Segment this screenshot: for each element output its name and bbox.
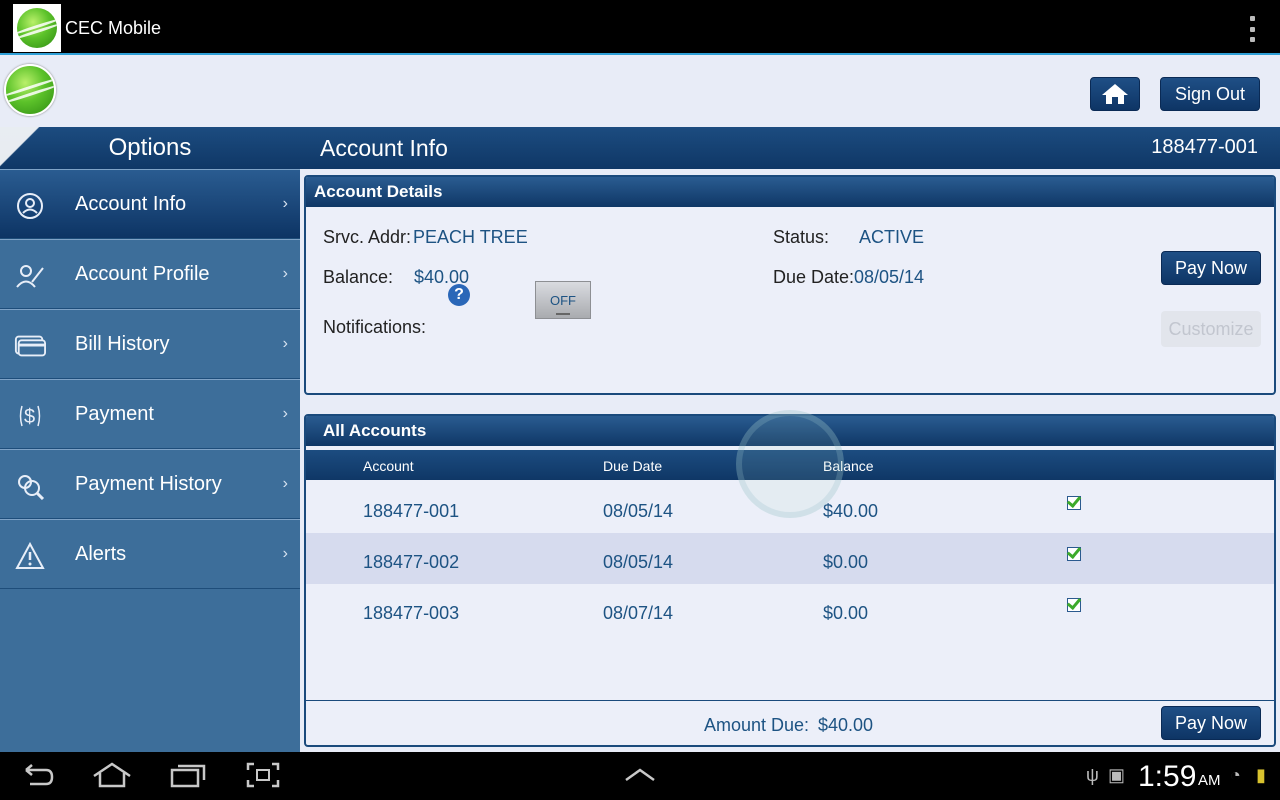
cec-logo-icon bbox=[4, 64, 56, 116]
chevron-right-icon: › bbox=[282, 405, 288, 422]
balance-cell: $40.00 bbox=[823, 501, 879, 521]
sidebar-item-label: Account Profile bbox=[75, 262, 210, 285]
balance-cell: $0.00 bbox=[823, 603, 869, 623]
sidebar-item-account-info[interactable]: Account Info › bbox=[0, 169, 300, 239]
account-cell: 188477-002 bbox=[363, 552, 460, 572]
app-logo-icon bbox=[13, 4, 61, 52]
checkbox-checked-icon[interactable] bbox=[1067, 598, 1081, 612]
customize-button[interactable]: Customize bbox=[1161, 311, 1261, 347]
account-cell: 188477-001 bbox=[363, 501, 460, 521]
column-header-account: Account bbox=[363, 458, 414, 474]
table-row[interactable]: 188477-003 08/07/14 $0.00 bbox=[306, 584, 1274, 635]
notifications-toggle[interactable]: OFF bbox=[535, 281, 591, 319]
table-row[interactable]: 188477-002 08/05/14 $0.00 bbox=[306, 533, 1274, 584]
account-icon bbox=[14, 190, 46, 222]
table-row[interactable]: 188477-001 08/05/14 $40.00 bbox=[306, 482, 1274, 533]
overflow-menu-icon[interactable] bbox=[1248, 16, 1256, 42]
column-header-balance: Balance bbox=[823, 458, 874, 474]
all-accounts-panel: All Accounts Account Due Date Balance 18… bbox=[304, 414, 1276, 747]
sidebar-item-payment[interactable]: $ Payment › bbox=[0, 379, 300, 449]
column-header-due-date: Due Date bbox=[603, 458, 663, 474]
current-account-number: 188477-001 bbox=[1151, 136, 1258, 158]
home-icon bbox=[1102, 84, 1128, 104]
sidebar-item-label: Account Info bbox=[75, 192, 187, 215]
due-date-cell: 08/07/14 bbox=[603, 603, 674, 623]
usb-icon: ψ bbox=[1086, 765, 1099, 785]
due-date-cell: 08/05/14 bbox=[603, 501, 674, 521]
notifications-label: Notifications: bbox=[323, 317, 427, 337]
page-title: Account Info bbox=[320, 135, 448, 161]
app-title: CEC Mobile bbox=[65, 18, 162, 38]
account-details-header: Account Details bbox=[306, 177, 1274, 207]
page-curl-icon bbox=[0, 127, 40, 167]
battery-charging-icon: ▮ bbox=[1256, 765, 1266, 785]
table-header: Account Due Date Balance bbox=[306, 450, 1274, 480]
help-icon[interactable]: ? bbox=[448, 284, 470, 306]
amount-due-label: Amount Due: bbox=[704, 715, 810, 735]
pay-now-button[interactable]: Pay Now bbox=[1161, 251, 1261, 285]
chevron-right-icon: › bbox=[282, 265, 288, 282]
sidebar-item-bill-history[interactable]: Bill History › bbox=[0, 309, 300, 379]
status-value: ACTIVE bbox=[859, 227, 925, 247]
chevron-right-icon: › bbox=[282, 335, 288, 352]
main-title-bar: Account Info 188477-001 bbox=[300, 127, 1280, 169]
home-nav-icon[interactable] bbox=[92, 762, 132, 788]
service-address-value: PEACH TREE bbox=[413, 227, 528, 247]
action-bar: CEC Mobile bbox=[0, 0, 1280, 55]
sign-out-button[interactable]: Sign Out bbox=[1160, 77, 1260, 111]
chevron-right-icon: › bbox=[282, 475, 288, 492]
sidebar-item-alerts[interactable]: Alerts › bbox=[0, 519, 300, 589]
sidebar-item-payment-history[interactable]: Payment History › bbox=[0, 449, 300, 519]
svg-text:$: $ bbox=[24, 406, 35, 428]
bill-history-icon bbox=[14, 330, 46, 362]
pay-now-button[interactable]: Pay Now bbox=[1161, 706, 1261, 740]
recent-apps-icon[interactable] bbox=[170, 762, 206, 788]
service-address-label: Srvc. Addr: bbox=[323, 227, 412, 247]
all-accounts-header: All Accounts bbox=[306, 416, 1274, 446]
home-button[interactable] bbox=[1090, 77, 1140, 111]
chevron-right-icon: › bbox=[282, 195, 288, 212]
due-date-value: 08/05/14 bbox=[854, 267, 925, 287]
sidebar-item-label: Bill History bbox=[75, 332, 170, 355]
system-nav-bar: ψ ▣ 1:59 AM ◔ ▮ bbox=[0, 752, 1280, 800]
profile-edit-icon bbox=[14, 260, 46, 292]
account-details-panel: Account Details Srvc. Addr: PEACH TREE S… bbox=[304, 175, 1276, 395]
notification-bag-icon: ▣ bbox=[1108, 765, 1126, 785]
warning-icon bbox=[14, 540, 46, 572]
due-date-label: Due Date: bbox=[773, 267, 855, 287]
account-cell: 188477-003 bbox=[363, 603, 460, 623]
clock-ampm: AM bbox=[1198, 772, 1221, 789]
sidebar-item-label: Payment bbox=[75, 402, 154, 425]
payment-history-icon bbox=[14, 470, 46, 502]
clock-time: 1:59 bbox=[1138, 760, 1197, 793]
due-date-cell: 08/05/14 bbox=[603, 552, 674, 572]
sidebar-item-account-profile[interactable]: Account Profile › bbox=[0, 239, 300, 309]
balance-cell: $0.00 bbox=[823, 552, 869, 572]
amount-due-value: $40.00 bbox=[818, 715, 874, 735]
sidebar-item-label: Payment History bbox=[75, 472, 222, 495]
chevron-up-icon[interactable] bbox=[624, 762, 656, 788]
screenshot-icon[interactable] bbox=[246, 762, 280, 788]
checkbox-checked-icon[interactable] bbox=[1067, 496, 1081, 510]
balance-label: Balance: bbox=[323, 267, 394, 287]
status-label: Status: bbox=[773, 227, 830, 247]
back-icon[interactable] bbox=[22, 762, 56, 788]
divider bbox=[306, 700, 1274, 701]
dollar-icon: $ bbox=[14, 400, 46, 432]
chevron-right-icon: › bbox=[282, 545, 288, 562]
options-sidebar: Options Account Info › Account Profile ›… bbox=[0, 127, 300, 752]
wifi-icon: ◔ bbox=[1230, 765, 1241, 785]
checkbox-checked-icon[interactable] bbox=[1067, 547, 1081, 561]
options-title: Options bbox=[0, 127, 300, 169]
sidebar-item-label: Alerts bbox=[75, 542, 127, 565]
header-band: Sign Out bbox=[0, 57, 1280, 127]
